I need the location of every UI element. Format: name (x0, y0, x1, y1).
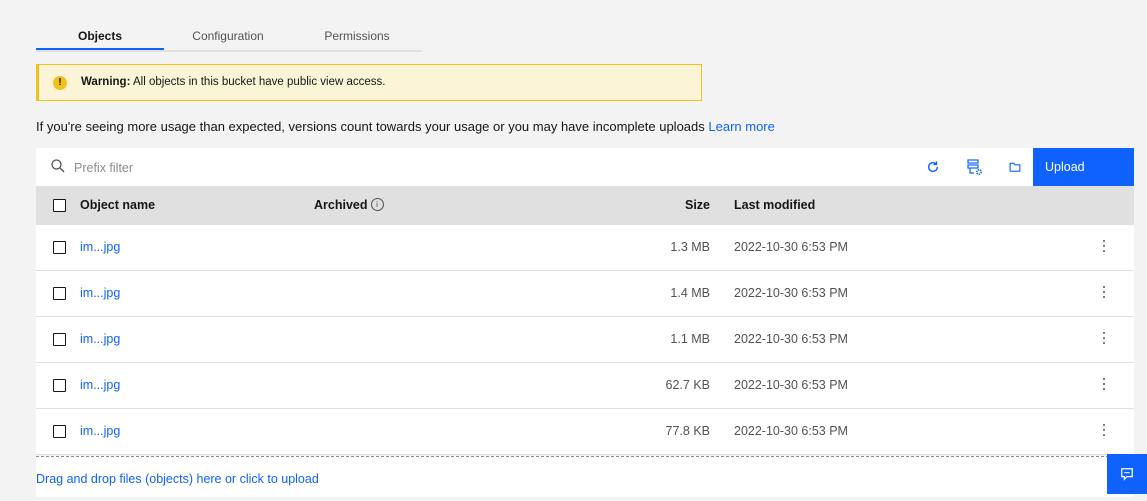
configure-button[interactable] (958, 148, 992, 186)
active-tab-indicator (36, 48, 164, 50)
folder-icon (1009, 162, 1021, 172)
usage-info: If you're seeing more usage than expecte… (36, 119, 775, 134)
header-last-modified[interactable]: Last modified (734, 186, 815, 225)
info-icon[interactable]: i (370, 198, 384, 212)
object-last-modified: 2022-10-30 6:53 PM (734, 332, 848, 346)
header-object-name[interactable]: Object name (80, 186, 155, 225)
table-header: Object name Archived i Size Last modified (36, 186, 1134, 225)
object-name-link[interactable]: im...jpg (80, 271, 120, 316)
table-row: im...jpg 1.4 MB 2022-10-30 6:53 PM (36, 271, 1134, 317)
usage-info-text: If you're seeing more usage than expecte… (36, 119, 705, 134)
tab-list: Objects Configuration Permissions (36, 22, 422, 52)
chat-icon (1121, 468, 1133, 481)
upload-dropzone[interactable]: Drag and drop files (objects) here or cl… (36, 456, 1134, 497)
overflow-menu-icon[interactable] (1102, 286, 1106, 300)
refresh-icon (927, 161, 939, 173)
warning-text: All objects in this bucket have public v… (132, 76, 386, 88)
row-checkbox[interactable] (53, 425, 66, 438)
object-name-link[interactable]: im...jpg (80, 363, 120, 408)
search-icon (51, 159, 65, 173)
object-last-modified: 2022-10-30 6:53 PM (734, 240, 848, 254)
tab-configuration[interactable]: Configuration (164, 22, 292, 50)
object-name-link[interactable]: im...jpg (80, 317, 120, 362)
overflow-menu-icon[interactable] (1102, 424, 1106, 438)
object-size: 1.3 MB (670, 240, 710, 254)
upload-button[interactable]: Upload (1033, 148, 1134, 186)
header-archived[interactable]: Archived i (314, 186, 384, 225)
overflow-menu-icon[interactable] (1102, 332, 1106, 346)
table-row: im...jpg 77.8 KB 2022-10-30 6:53 PM (36, 409, 1134, 455)
warning-icon: ! (53, 76, 67, 90)
warning-notification: ! Warning: All objects in this bucket ha… (36, 64, 702, 101)
row-checkbox[interactable] (53, 379, 66, 392)
table-row: im...jpg 1.1 MB 2022-10-30 6:53 PM (36, 317, 1134, 363)
create-folder-button[interactable] (998, 148, 1032, 186)
feedback-button[interactable] (1107, 454, 1147, 494)
select-all-checkbox[interactable] (53, 199, 66, 212)
row-checkbox[interactable] (53, 287, 66, 300)
refresh-button[interactable] (916, 148, 950, 186)
overflow-menu-icon[interactable] (1102, 240, 1106, 254)
objects-toolbar: Upload (36, 148, 1134, 186)
row-checkbox[interactable] (53, 241, 66, 254)
object-name-link[interactable]: im...jpg (80, 409, 120, 454)
object-last-modified: 2022-10-30 6:53 PM (734, 378, 848, 392)
objects-table: Object name Archived i Size Last modified… (36, 186, 1134, 455)
learn-more-link[interactable]: Learn more (708, 119, 774, 134)
object-size: 1.1 MB (670, 332, 710, 346)
configure-icon (967, 159, 982, 175)
dropzone-text[interactable]: Drag and drop files (objects) here or cl… (36, 457, 319, 501)
object-last-modified: 2022-10-30 6:53 PM (734, 424, 848, 438)
object-size: 1.4 MB (670, 286, 710, 300)
object-name-link[interactable]: im...jpg (80, 225, 120, 270)
tab-permissions[interactable]: Permissions (292, 22, 422, 50)
warning-title: Warning: (81, 76, 131, 88)
warning-message: Warning: All objects in this bucket have… (81, 65, 385, 100)
overflow-menu-icon[interactable] (1102, 378, 1106, 392)
prefix-filter-input[interactable] (72, 157, 676, 179)
tab-objects[interactable]: Objects (36, 22, 164, 50)
object-last-modified: 2022-10-30 6:53 PM (734, 286, 848, 300)
row-checkbox[interactable] (53, 333, 66, 346)
object-size: 77.8 KB (665, 424, 710, 438)
header-archived-label: Archived (314, 198, 368, 212)
object-size: 62.7 KB (665, 378, 710, 392)
table-row: im...jpg 1.3 MB 2022-10-30 6:53 PM (36, 225, 1134, 271)
header-size[interactable]: Size (685, 186, 710, 225)
table-row: im...jpg 62.7 KB 2022-10-30 6:53 PM (36, 363, 1134, 409)
